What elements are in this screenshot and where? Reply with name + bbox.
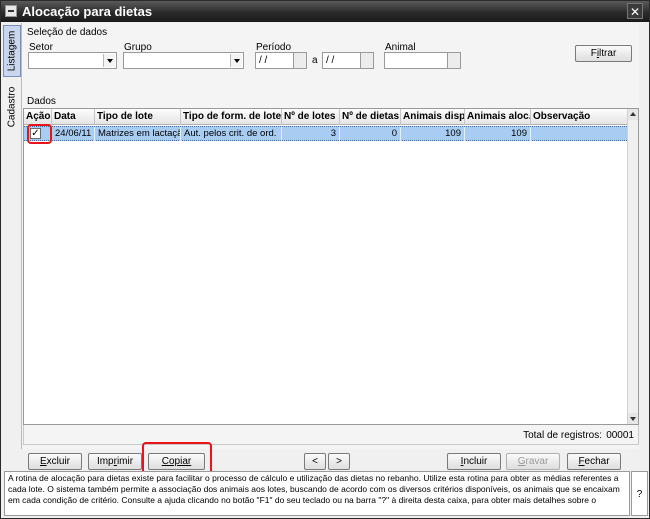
setor-select[interactable] xyxy=(28,52,117,69)
imprimir-label-prefix: Imp xyxy=(96,456,114,467)
tab-cadastro-label: Cadastro xyxy=(6,86,18,128)
acao-highlight-box xyxy=(27,124,52,144)
excluir-button[interactable]: Excluir xyxy=(28,453,82,470)
fechar-button[interactable]: Fechar xyxy=(567,453,621,470)
col-data[interactable]: Data xyxy=(52,109,95,125)
filtrar-label-rest: ltrar xyxy=(599,48,617,59)
window-title: Alocação para dietas xyxy=(22,4,153,19)
grupo-select[interactable] xyxy=(123,52,244,69)
tab-listagem-label: Listagem xyxy=(6,30,18,72)
col-tipo-form[interactable]: Tipo de form. de lote xyxy=(181,109,282,125)
previous-button[interactable]: < xyxy=(304,453,326,470)
incluir-label-rest: ncluir xyxy=(463,456,488,467)
tipo-lote-cell: Matrizes em lactação xyxy=(95,127,181,141)
col-acao[interactable]: Ação xyxy=(24,109,52,125)
fechar-label-rest: echar xyxy=(584,456,610,467)
periodo-to-calendar-button[interactable] xyxy=(360,52,374,69)
scroll-down-icon[interactable] xyxy=(628,413,638,424)
help-text: A rotina de alocação para dietas existe … xyxy=(4,471,630,516)
imprimir-label-rest: imir xyxy=(116,456,134,467)
window-menu-icon[interactable] xyxy=(5,5,17,17)
help-question-button[interactable]: ? xyxy=(631,471,648,516)
observacao-cell xyxy=(531,127,629,141)
n-lotes-cell: 3 xyxy=(282,127,340,141)
periodo-from-calendar-button[interactable] xyxy=(293,52,307,69)
periodo-from-input[interactable]: / / xyxy=(255,52,294,69)
imprimir-button[interactable]: Imprimir xyxy=(88,453,142,470)
chevron-down-icon[interactable] xyxy=(103,54,115,67)
grid-footer: Total de registros: 00001 xyxy=(23,425,639,445)
data-grid[interactable]: Ação Data Tipo de lote Tipo de form. de … xyxy=(23,108,639,425)
data-cell: 24/06/11 xyxy=(52,127,95,141)
chevron-down-icon[interactable] xyxy=(230,54,242,67)
filtrar-button[interactable]: Filtrar xyxy=(575,45,632,62)
filters-section-title: Seleção de dados xyxy=(27,27,108,38)
tab-cadastro[interactable]: Cadastro xyxy=(3,81,21,133)
n-dietas-cell: 0 xyxy=(340,127,401,141)
gravar-label-rest: ravar xyxy=(525,456,549,467)
table-row[interactable]: ✓ 24/06/11 Matrizes em lactação Aut. pel… xyxy=(24,126,629,141)
scroll-up-icon[interactable] xyxy=(628,109,638,120)
grid-header: Ação Data Tipo de lote Tipo de form. de … xyxy=(24,109,629,125)
total-value: 00001 xyxy=(606,430,634,441)
col-tipo-lote[interactable]: Tipo de lote xyxy=(95,109,181,125)
col-animais-aloc[interactable]: Animais aloc. xyxy=(465,109,531,125)
col-observacao[interactable]: Observação xyxy=(531,109,629,125)
incluir-button[interactable]: Incluir xyxy=(447,453,501,470)
next-button[interactable]: > xyxy=(328,453,350,470)
col-animais-disp[interactable]: Animais disp. xyxy=(401,109,465,125)
col-n-lotes[interactable]: Nº de lotes xyxy=(282,109,340,125)
alocacao-window: Alocação para dietas ✕ Listagem Cadastro… xyxy=(0,0,650,519)
excluir-accelerator: E xyxy=(39,456,47,467)
gravar-button[interactable]: Gravar xyxy=(506,453,560,470)
title-bar: Alocação para dietas ✕ xyxy=(1,1,649,22)
tipo-form-cell: Aut. pelos crit. de ord. xyxy=(181,127,282,141)
animal-lookup-button[interactable] xyxy=(447,52,461,69)
grid-scrollbar[interactable] xyxy=(627,109,638,424)
col-n-dietas[interactable]: Nº de dietas xyxy=(340,109,401,125)
close-icon[interactable]: ✕ xyxy=(627,3,643,19)
dados-section-title: Dados xyxy=(27,96,56,107)
periodo-to-input[interactable]: / / xyxy=(322,52,361,69)
total-label: Total de registros: xyxy=(523,430,602,441)
animal-input[interactable] xyxy=(384,52,448,69)
tab-listagem[interactable]: Listagem xyxy=(3,25,21,77)
excluir-label-rest: xcluir xyxy=(46,456,70,467)
animais-disp-cell: 109 xyxy=(401,127,465,141)
animais-aloc-cell: 109 xyxy=(465,127,531,141)
periodo-separator: a xyxy=(312,55,318,66)
